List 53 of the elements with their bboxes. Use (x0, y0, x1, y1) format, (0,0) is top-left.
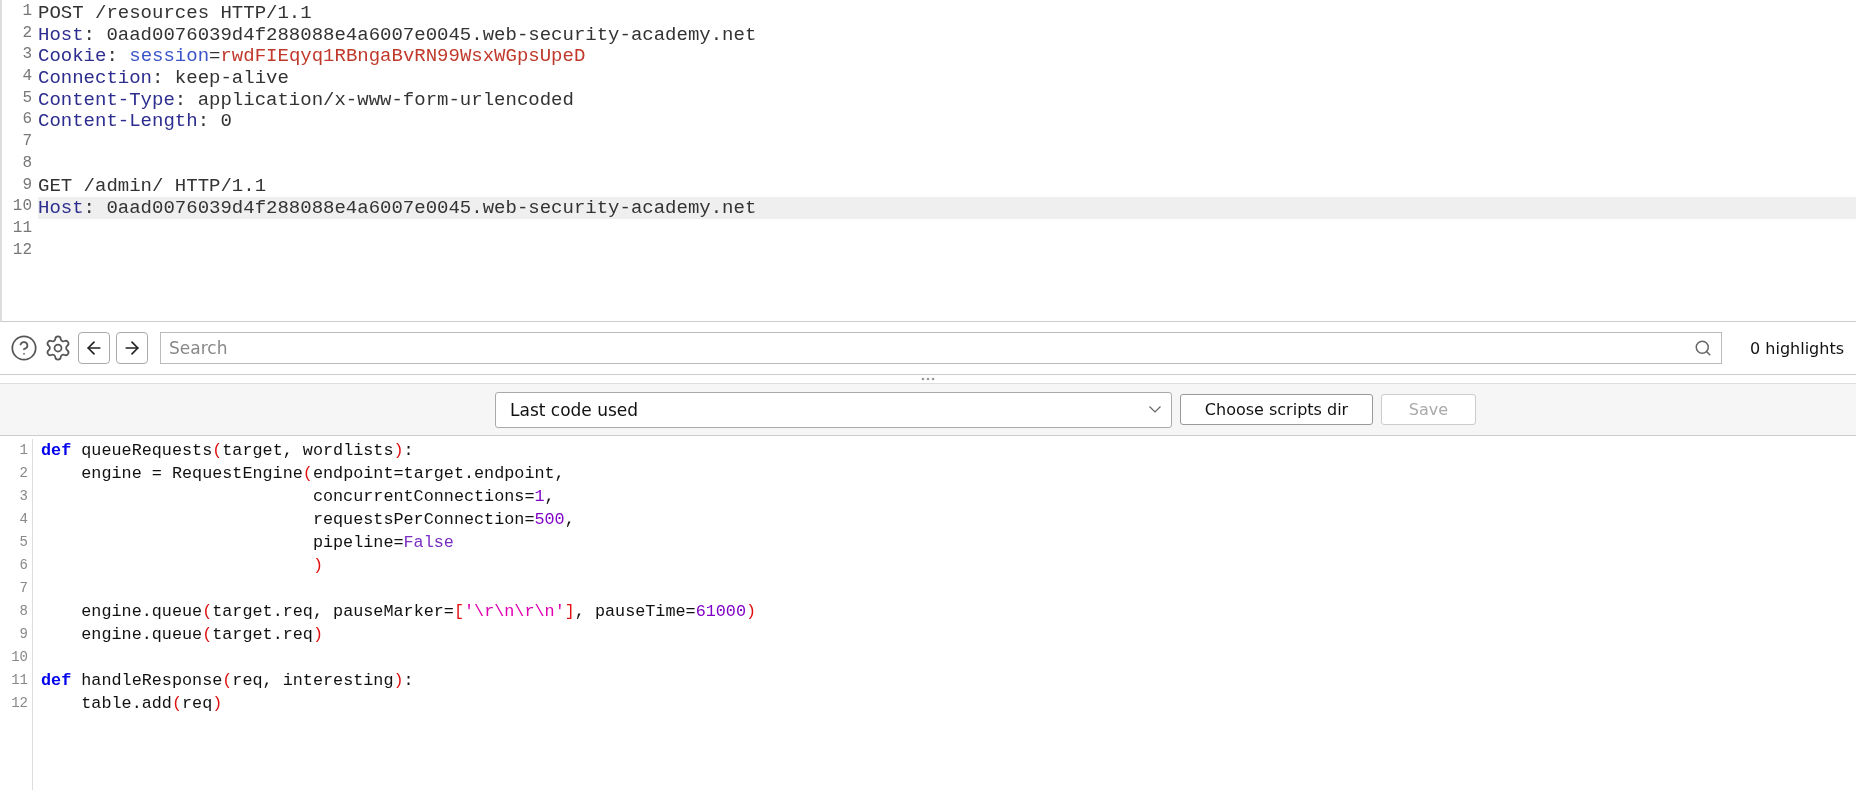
line-number: 10 (0, 646, 33, 669)
line-number: 8 (21, 153, 33, 174)
request-line: POST /resources HTTP/1.1 (38, 2, 313, 24)
request-line: GET /admin/ HTTP/1.1 (38, 175, 268, 198)
template-select[interactable]: Last code used (495, 391, 1172, 428)
back-button[interactable] (78, 332, 110, 364)
request-line: Cookie: session=rwdFIEqyq1RBngaBvRN99WsxWGpsUpeD (38, 45, 587, 68)
line-number: 11 (11, 218, 33, 239)
line-number: 7 (21, 132, 33, 153)
search-icon (1694, 339, 1713, 357)
code-line: requestsPerConnection=500, (311, 510, 575, 529)
line-number: 8 (0, 600, 33, 623)
code-line: concurrentConnections=1, (311, 487, 555, 506)
code-line: engine = RequestEngine(endpoint=target.endpoint, (80, 464, 565, 483)
code-line: engine.queue(target.req, pauseMarker=['\r\n\r\n'], pauseTime=61000) (80, 602, 757, 621)
request-line: Content-Length: 0 (38, 110, 233, 133)
line-number: 12 (0, 692, 33, 715)
code-line: ) (311, 556, 323, 575)
line-number: 4 (0, 508, 33, 531)
line-number: 5 (0, 531, 33, 554)
line-number: 9 (21, 175, 33, 196)
line-number: 2 (21, 23, 33, 44)
code-line: engine.queue(target.req) (80, 625, 323, 644)
line-number: 2 (0, 462, 33, 485)
line-number: 3 (21, 45, 33, 66)
line-number: 3 (0, 485, 33, 508)
choose-dir-button[interactable]: Choose scripts dir (1180, 394, 1373, 425)
line-number: 11 (0, 669, 33, 692)
code-line: def handleResponse(req, interesting): (40, 671, 414, 690)
forward-button[interactable] (116, 332, 148, 364)
line-number: 1 (0, 439, 33, 462)
line-number: 12 (11, 240, 33, 261)
request-line: Connection: keep-alive (38, 67, 290, 89)
line-number: 5 (21, 88, 33, 109)
settings-icon[interactable] (44, 334, 72, 362)
line-number: 6 (21, 110, 33, 131)
search-field[interactable]: Search (160, 332, 1723, 364)
code-line: pipeline=False (311, 533, 454, 552)
request-editor[interactable] (0, 0, 1856, 322)
highlights-count: 0 highlights (1750, 338, 1844, 358)
help-icon[interactable] (10, 334, 38, 362)
code-line: def queueRequests(target, wordlists): (40, 441, 414, 460)
splitter-handle-icon[interactable] (921, 377, 935, 381)
chevron-down-icon (1149, 406, 1161, 413)
line-number: 4 (21, 67, 33, 88)
code-line: table.add(req) (80, 694, 223, 713)
line-number: 1 (21, 2, 33, 22)
line-number: 10 (11, 197, 33, 218)
line-number: 6 (0, 554, 33, 577)
line-number: 7 (0, 577, 33, 600)
line-number: 9 (0, 623, 33, 646)
request-line: Host: 0aad0076039d4f288088e4a6007e0045.web-security-academy.net (38, 23, 758, 46)
request-line: Content-Type: application/x-www-form-urlencoded (38, 88, 575, 111)
